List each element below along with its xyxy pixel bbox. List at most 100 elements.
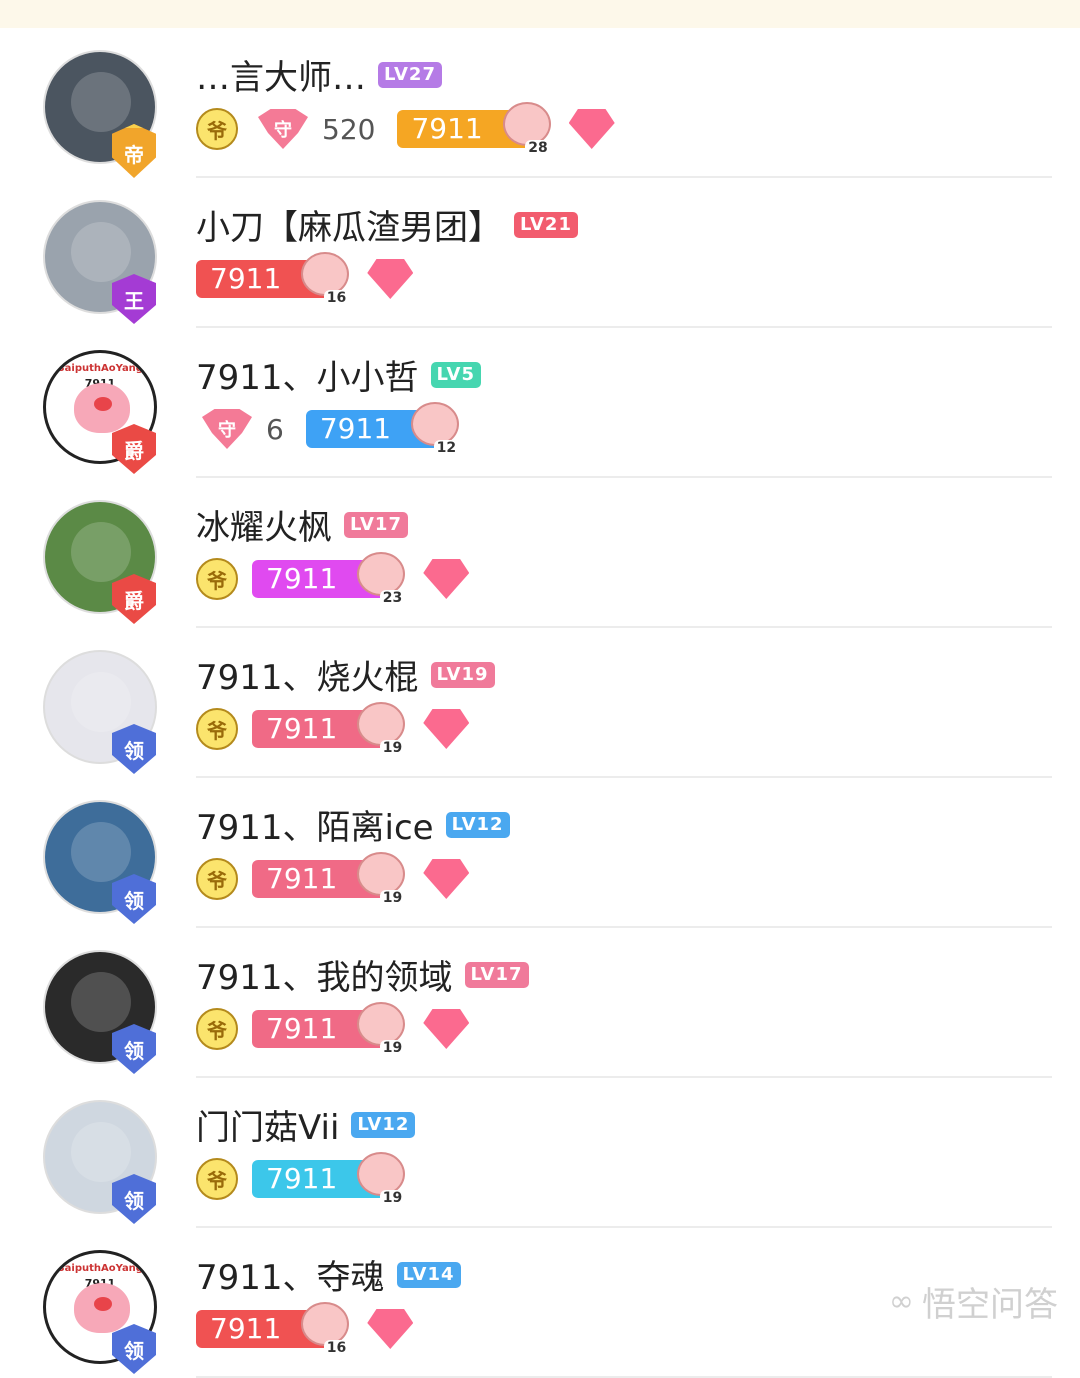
fan-list: 帝 …言大师… LV27 爷守 520 7911 28 王小刀【麻瓜渣男团】 LV21 7911 1…	[0, 28, 1080, 1378]
fan-club-badge: 7911 19	[252, 852, 406, 906]
fan-level: 19	[379, 1190, 406, 1206]
badge-row: 爷 7911 19	[196, 852, 470, 906]
fan-club-badge: 7911 19	[252, 702, 406, 756]
guard-badge: 守 520	[258, 109, 375, 149]
diamond-icon	[423, 1009, 470, 1049]
fan-level: 16	[323, 1340, 350, 1356]
badge-row: 7911 16	[196, 1302, 414, 1356]
fan-club-label: 7911	[266, 712, 338, 745]
rank-badge-icon: 爵	[112, 424, 156, 474]
fan-level: 16	[323, 290, 350, 306]
fan-club-label: 7911	[266, 562, 338, 595]
level-badge: LV27	[378, 61, 442, 88]
logo-ring-text: BaiputhAoYang	[57, 363, 143, 374]
rank-badge-icon: 王	[112, 274, 156, 324]
badge-row: 7911 16	[196, 252, 414, 306]
badge-row: 爷 7911 19	[196, 702, 470, 756]
fan-level: 23	[379, 590, 406, 606]
play-eye-icon	[94, 1297, 112, 1311]
list-item[interactable]: 王小刀【麻瓜渣男团】 LV21 7911 16	[0, 178, 1080, 328]
rank-badge-icon: 领	[112, 724, 156, 774]
list-item[interactable]: 领 7911、我的领域 LV17 爷 7911 19	[0, 928, 1080, 1078]
fan-club-label: 7911	[411, 112, 483, 145]
list-item[interactable]: 领 7911、陌离ice LV12 爷 7911 19	[0, 778, 1080, 928]
noble-medal-icon: 爷	[196, 108, 238, 150]
pig-icon: 28	[502, 102, 551, 156]
fan-club-label: 7911	[210, 262, 282, 295]
list-item[interactable]: 帝 …言大师… LV27 爷守 520 7911 28	[0, 28, 1080, 178]
fan-club-badge: 7911 16	[196, 252, 350, 306]
list-item[interactable]: 领 7911、烧火棍 LV19 爷 7911 19	[0, 628, 1080, 778]
username[interactable]: 门门菇Vii	[196, 1100, 339, 1149]
username-line: 7911、陌离ice LV12	[196, 800, 510, 849]
badge-row: 爷 7911 23	[196, 552, 470, 606]
guard-shield-icon: 守	[202, 409, 252, 449]
username[interactable]: 7911、我的领域	[196, 950, 453, 999]
username[interactable]: 7911、小小哲	[196, 350, 419, 399]
list-item[interactable]: BaiputhAoYang7911爵7911、小小哲LV5守6791112	[0, 328, 1080, 478]
play-eye-icon	[94, 397, 112, 411]
avatar-photo	[71, 1122, 131, 1182]
level-badge: LV5	[430, 361, 481, 388]
list-item[interactable]: 领门门菇Vii LV12 爷 7911 19	[0, 1078, 1080, 1228]
fan-level: 19	[379, 1040, 406, 1056]
fan-club-badge: 7911 19	[252, 1152, 406, 1206]
level-badge: LV17	[464, 961, 529, 988]
username[interactable]: 7911、陌离ice	[196, 800, 434, 849]
logo-ring-text: BaiputhAoYang	[57, 1263, 143, 1274]
level-badge: LV14	[396, 1261, 461, 1288]
rank-badge-icon: 领	[112, 874, 156, 924]
top-strip	[0, 0, 1080, 28]
username[interactable]: 7911、烧火棍	[196, 650, 419, 699]
pig-icon: 19	[357, 1152, 406, 1206]
username[interactable]: …言大师…	[196, 50, 366, 99]
badge-row: 爷守 520 7911 28	[196, 102, 615, 156]
badge-row: 爷 7911 19	[196, 1002, 470, 1056]
level-badge: LV19	[430, 661, 495, 688]
guard-shield-icon: 守	[258, 109, 308, 149]
username-line: 7911、小小哲 LV5	[196, 350, 481, 399]
diamond-icon	[367, 1309, 414, 1349]
fan-level: 19	[379, 890, 406, 906]
diamond-icon	[423, 709, 470, 749]
fan-club-badge: 7911 19	[252, 1002, 406, 1056]
rank-badge-icon: 领	[112, 1024, 156, 1074]
username-line: 冰耀火枫 LV17	[196, 500, 408, 549]
username-line: 小刀【麻瓜渣男团】 LV21	[196, 200, 578, 249]
level-badge: LV21	[514, 211, 578, 238]
fan-level: 19	[379, 740, 406, 756]
pig-icon: 19	[357, 852, 406, 906]
avatar-photo	[71, 522, 131, 582]
fan-club-label: 7911	[266, 1012, 338, 1045]
pig-icon: 19	[357, 1002, 406, 1056]
noble-medal-icon: 爷	[196, 1008, 238, 1050]
fan-level: 28	[525, 140, 551, 156]
diamond-icon	[367, 259, 414, 299]
fan-club-label: 7911	[266, 1162, 338, 1195]
list-item[interactable]: 爵冰耀火枫 LV17 爷 7911 23	[0, 478, 1080, 628]
avatar-photo	[71, 72, 131, 132]
rank-badge-icon: 领	[112, 1324, 156, 1374]
guard-badge: 守6	[202, 409, 284, 449]
rank-badge-icon: 帝	[112, 124, 156, 178]
pig-icon: 16	[301, 1302, 350, 1356]
noble-medal-icon: 爷	[196, 858, 238, 900]
username-line: 7911、我的领域 LV17	[196, 950, 529, 999]
username-line: 7911、烧火棍 LV19	[196, 650, 495, 699]
noble-medal-icon: 爷	[196, 558, 238, 600]
username[interactable]: 7911、夺魂	[196, 1250, 385, 1299]
diamond-icon	[423, 559, 470, 599]
avatar-photo	[71, 822, 131, 882]
level-badge: LV12	[445, 811, 510, 838]
username[interactable]: 冰耀火枫	[196, 500, 332, 549]
fan-club-badge: 7911 16	[196, 1302, 350, 1356]
wukong-logo-icon: ∞	[889, 1284, 914, 1319]
fan-club-badge: 7911 12	[305, 402, 460, 456]
username[interactable]: 小刀【麻瓜渣男团】	[196, 200, 502, 249]
level-badge: LV17	[344, 511, 408, 538]
pig-icon: 23	[357, 552, 406, 606]
pig-icon: 19	[357, 702, 406, 756]
watermark: ∞ 悟空问答	[889, 1277, 1058, 1326]
rank-badge-icon: 领	[112, 1174, 156, 1224]
diamond-icon	[568, 109, 615, 149]
